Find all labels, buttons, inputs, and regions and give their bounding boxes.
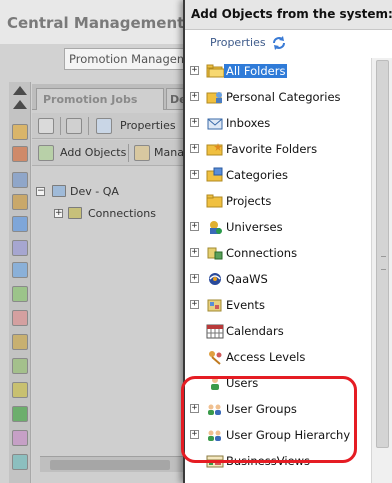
tree-node-personal-categories[interactable]: + Personal Categories	[185, 86, 371, 108]
expand-connections-toggle[interactable]: +	[54, 209, 63, 218]
tree-node-label[interactable]: Favorite Folders	[226, 142, 317, 156]
expand-all-folders-toggle[interactable]: +	[190, 66, 199, 75]
job-folder-icon	[52, 185, 66, 197]
tree-node-calendars[interactable]: Calendars	[185, 320, 371, 342]
tree-node-favorite-folders[interactable]: + Favorite Folders	[185, 138, 371, 160]
universe-icon	[210, 221, 222, 234]
expand-personal-categories-toggle[interactable]: +	[190, 92, 199, 101]
horizontal-scroll-thumb[interactable]	[50, 460, 170, 470]
toolbar-separator	[128, 144, 129, 162]
rail-bottom-icon[interactable]	[12, 454, 28, 470]
rail-tools-icon[interactable]	[12, 382, 28, 398]
promotion-tree: − Dev - QA + Connections	[32, 176, 192, 458]
connections-folder-icon	[68, 207, 82, 219]
tree-node-label[interactable]: Categories	[226, 168, 288, 182]
dialog-properties-button[interactable]: Properties	[210, 36, 266, 49]
tree-node-categories[interactable]: + Categories	[185, 164, 371, 186]
tree-node-label[interactable]: Calendars	[226, 324, 284, 338]
expand-events-toggle[interactable]: +	[190, 300, 199, 309]
vertical-scrollbar[interactable]	[371, 58, 392, 483]
rail-scroll-up-icon[interactable]	[13, 100, 27, 109]
rail-info-icon[interactable]	[12, 262, 28, 278]
categories-icon	[206, 167, 223, 182]
expand-favorite-folders-toggle[interactable]: +	[190, 144, 199, 153]
calendar-icon	[206, 324, 224, 339]
expand-root-toggle[interactable]: −	[36, 187, 45, 196]
tab-promotion-jobs[interactable]: Promotion Jobs	[36, 88, 164, 110]
tree-node-connections[interactable]: + Connections	[185, 242, 371, 264]
tree-node-label[interactable]: Connections	[226, 246, 297, 260]
tree-node-connections[interactable]: Connections	[88, 207, 156, 220]
properties-button[interactable]: Properties	[120, 119, 176, 132]
tree-node-access-levels[interactable]: Access Levels	[185, 346, 371, 368]
dialog-title: Add Objects from the system: a	[185, 0, 392, 30]
panel-tab-bar: Promotion Jobs De	[32, 84, 192, 110]
tree-node-projects[interactable]: Projects	[185, 190, 371, 212]
rail-pen-icon[interactable]	[12, 430, 28, 446]
horizontal-scrollbar[interactable]	[40, 456, 192, 472]
tree-node-label[interactable]: Personal Categories	[226, 90, 341, 104]
tree-node-label[interactable]: QaaWS	[226, 272, 268, 286]
connection-icon	[207, 247, 223, 260]
manage-button[interactable]: Mana	[154, 146, 184, 159]
refresh-icon[interactable]	[271, 35, 287, 51]
panel-toolbar-2: Add Objects Mana	[32, 140, 192, 166]
save-icon[interactable]	[38, 118, 54, 134]
tree-node-all-folders[interactable]: + All Folders	[185, 60, 371, 82]
app-title: Central Management C	[7, 14, 201, 32]
delete-icon[interactable]	[66, 118, 82, 134]
tree-node-dev-qa[interactable]: Dev - QA	[70, 185, 119, 198]
rail-lock-icon[interactable]	[12, 310, 28, 326]
rail-reports-icon[interactable]	[12, 216, 28, 232]
tree-node-label[interactable]: All Folders	[224, 64, 288, 78]
toolbar-separator	[88, 117, 89, 135]
tree-node-label[interactable]: Projects	[226, 194, 271, 208]
dialog-toolbar: Properties	[185, 30, 392, 58]
manage-icon[interactable]	[134, 145, 150, 161]
rail-promotion-icon[interactable]	[12, 406, 28, 422]
tree-node-qaaws[interactable]: + QaaWS	[185, 268, 371, 290]
folder-icon	[206, 194, 223, 208]
tree-node-label[interactable]: Inboxes	[226, 116, 270, 130]
expand-connections-toggle[interactable]: +	[190, 248, 199, 257]
tree-node-label[interactable]: Universes	[226, 220, 283, 234]
expand-inboxes-toggle[interactable]: +	[190, 118, 199, 127]
rail-calendar-icon[interactable]	[12, 334, 28, 350]
vertical-scroll-thumb[interactable]	[376, 60, 389, 448]
rail-grid-icon[interactable]	[12, 172, 28, 188]
expand-categories-toggle[interactable]: +	[190, 170, 199, 179]
rail-categories-icon[interactable]	[12, 194, 28, 210]
properties-icon[interactable]	[96, 118, 112, 134]
rail-settings-icon[interactable]	[12, 358, 28, 374]
promotion-management-combo[interactable]: Promotion Managem	[64, 48, 188, 70]
open-folder-icon	[206, 64, 224, 78]
expand-universes-toggle[interactable]: +	[190, 222, 199, 231]
left-navigation-rail	[9, 82, 31, 483]
scroll-grip-icon	[381, 256, 386, 270]
toolbar-separator	[60, 117, 61, 135]
inbox-icon	[207, 118, 223, 130]
tree-node-universes[interactable]: + Universes	[185, 216, 371, 238]
rail-panel-icon[interactable]	[12, 240, 28, 256]
tree-node-label[interactable]: Events	[226, 298, 265, 312]
promotion-jobs-panel: Promotion Jobs De Properties Add Objects…	[32, 84, 192, 483]
rail-users-groups-icon[interactable]	[12, 286, 28, 302]
rail-users-icon[interactable]	[12, 146, 28, 162]
personal-categories-icon	[206, 92, 222, 104]
rail-collapse-up-icon[interactable]	[13, 86, 27, 95]
access-levels-icon	[209, 351, 222, 365]
expand-qaaws-toggle[interactable]: +	[190, 274, 199, 283]
rail-folders-icon[interactable]	[12, 124, 28, 140]
annotation-highlight-box	[181, 376, 357, 463]
tree-node-inboxes[interactable]: + Inboxes	[185, 112, 371, 134]
events-icon	[207, 299, 222, 312]
qaaws-icon	[209, 273, 221, 285]
tree-node-label[interactable]: Access Levels	[226, 350, 305, 364]
panel-toolbar-1: Properties	[32, 113, 192, 139]
favorites-folder-icon	[206, 143, 223, 156]
add-objects-button[interactable]: Add Objects	[60, 146, 126, 159]
tree-node-events[interactable]: + Events	[185, 294, 371, 316]
add-objects-icon[interactable]	[38, 145, 54, 161]
